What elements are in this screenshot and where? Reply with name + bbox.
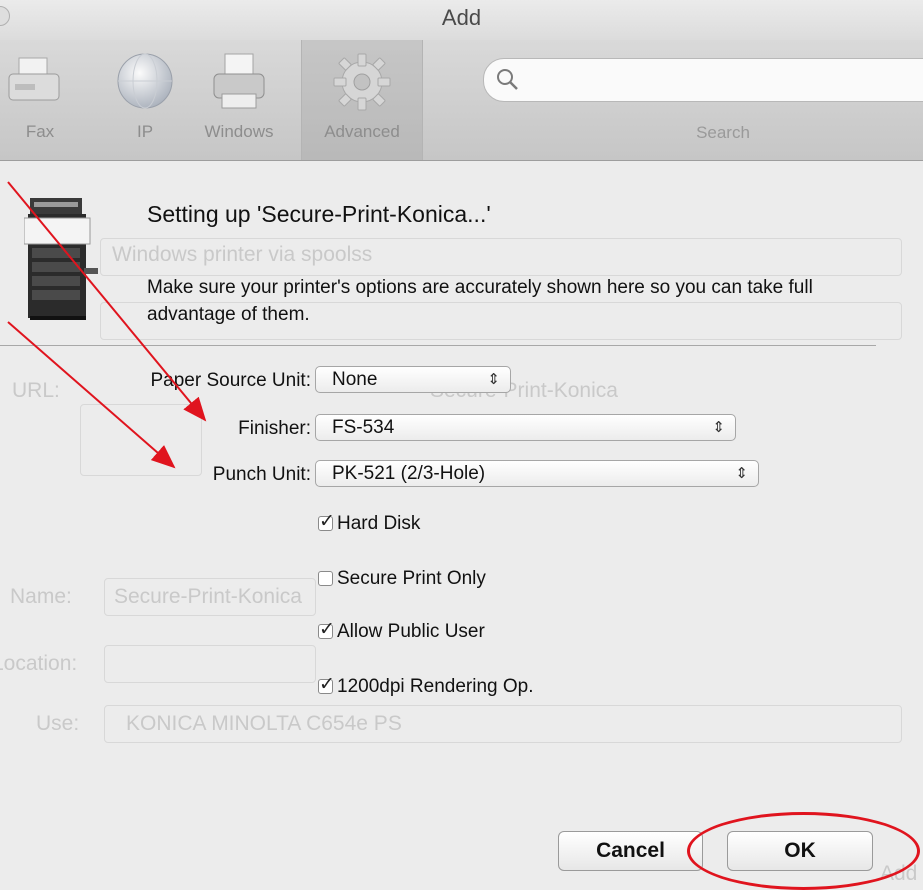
popup-arrows-icon: ⇕ [487,371,500,388]
bg-use-label: Use: [36,712,80,735]
punch-unit-label: Punch Unit: [212,464,311,485]
divider [0,345,876,346]
toolbar-label-ip: IP [136,122,154,141]
ok-highlight-circle [687,812,920,890]
checkbox-checked-icon[interactable]: ✓ [318,511,335,532]
punch-unit-popup[interactable]: PK-521 (2/3-Hole) ⇕ [315,460,759,487]
bg-name-value: Secure-Print-Konica [114,585,302,608]
checkbox-1200dpi-rendering[interactable]: ✓ 1200dpi Rendering Op. [318,674,534,699]
search-input[interactable] [483,58,923,102]
sheet-description: Make sure your printer's options are acc… [147,277,813,325]
toolbar-label-advanced: Advanced [324,122,400,141]
bg-url-label: URL: [12,379,60,402]
checkbox-hard-disk[interactable]: ✓ Hard Disk [318,511,421,536]
sheet-heading: Setting up 'Secure-Print-Konica...' [147,201,491,227]
toolbar-label-fax: Fax [25,122,55,141]
popup-arrows-icon: ⇕ [735,465,748,482]
bg-box [80,404,202,476]
finisher-value: FS-534 [332,417,395,438]
toolbar-item-fax[interactable]: Fax [0,40,70,160]
checkbox-label: Secure Print Only [337,568,486,589]
popup-arrows-icon: ⇕ [712,419,725,436]
finisher-popup[interactable]: FS-534 ⇕ [315,414,736,441]
checkbox-secure-print-only[interactable]: Secure Print Only [318,567,486,591]
title-bar: Add [0,0,923,40]
globe-icon [114,50,176,117]
search-icon [496,68,520,97]
finisher-label: Finisher: [238,418,311,439]
checkbox-label: 1200dpi Rendering Op. [337,676,534,697]
window-title: Add [441,5,482,30]
toolbar-item-ip[interactable]: IP [100,40,190,160]
bg-use-value: KONICA MINOLTA C654e PS [126,712,402,735]
bg-name-label: Name: [10,585,72,608]
toolbar-label-windows: Windows [204,122,274,141]
printer-icon [208,50,270,117]
toolbar-item-advanced[interactable]: Advanced [301,40,423,160]
checkbox-checked-icon[interactable]: ✓ [318,674,335,695]
bg-location-label: Location: [0,652,78,675]
printer-image [23,196,104,331]
bg-location-field [104,645,316,683]
fax-icon [5,50,65,115]
checkbox-label: Allow Public User [337,621,485,642]
checkbox-unchecked-icon[interactable] [318,571,333,586]
paper-source-label: Paper Source Unit: [150,370,311,391]
checkbox-checked-icon[interactable]: ✓ [318,619,335,640]
gear-icon [330,50,394,119]
search-label: Search [696,123,750,142]
checkbox-allow-public-user[interactable]: ✓ Allow Public User [318,619,485,644]
toolbar-item-windows[interactable]: Windows [188,40,290,160]
bg-type-value: Windows printer via spoolss [112,243,373,266]
toolbar: Fax IP Windows Advanced Search [0,40,923,161]
cancel-button[interactable]: Cancel [558,831,703,871]
paper-source-value: None [332,369,378,390]
paper-source-popup[interactable]: None ⇕ [315,366,511,393]
checkbox-label: Hard Disk [337,513,421,534]
punch-unit-value: PK-521 (2/3-Hole) [332,463,486,484]
